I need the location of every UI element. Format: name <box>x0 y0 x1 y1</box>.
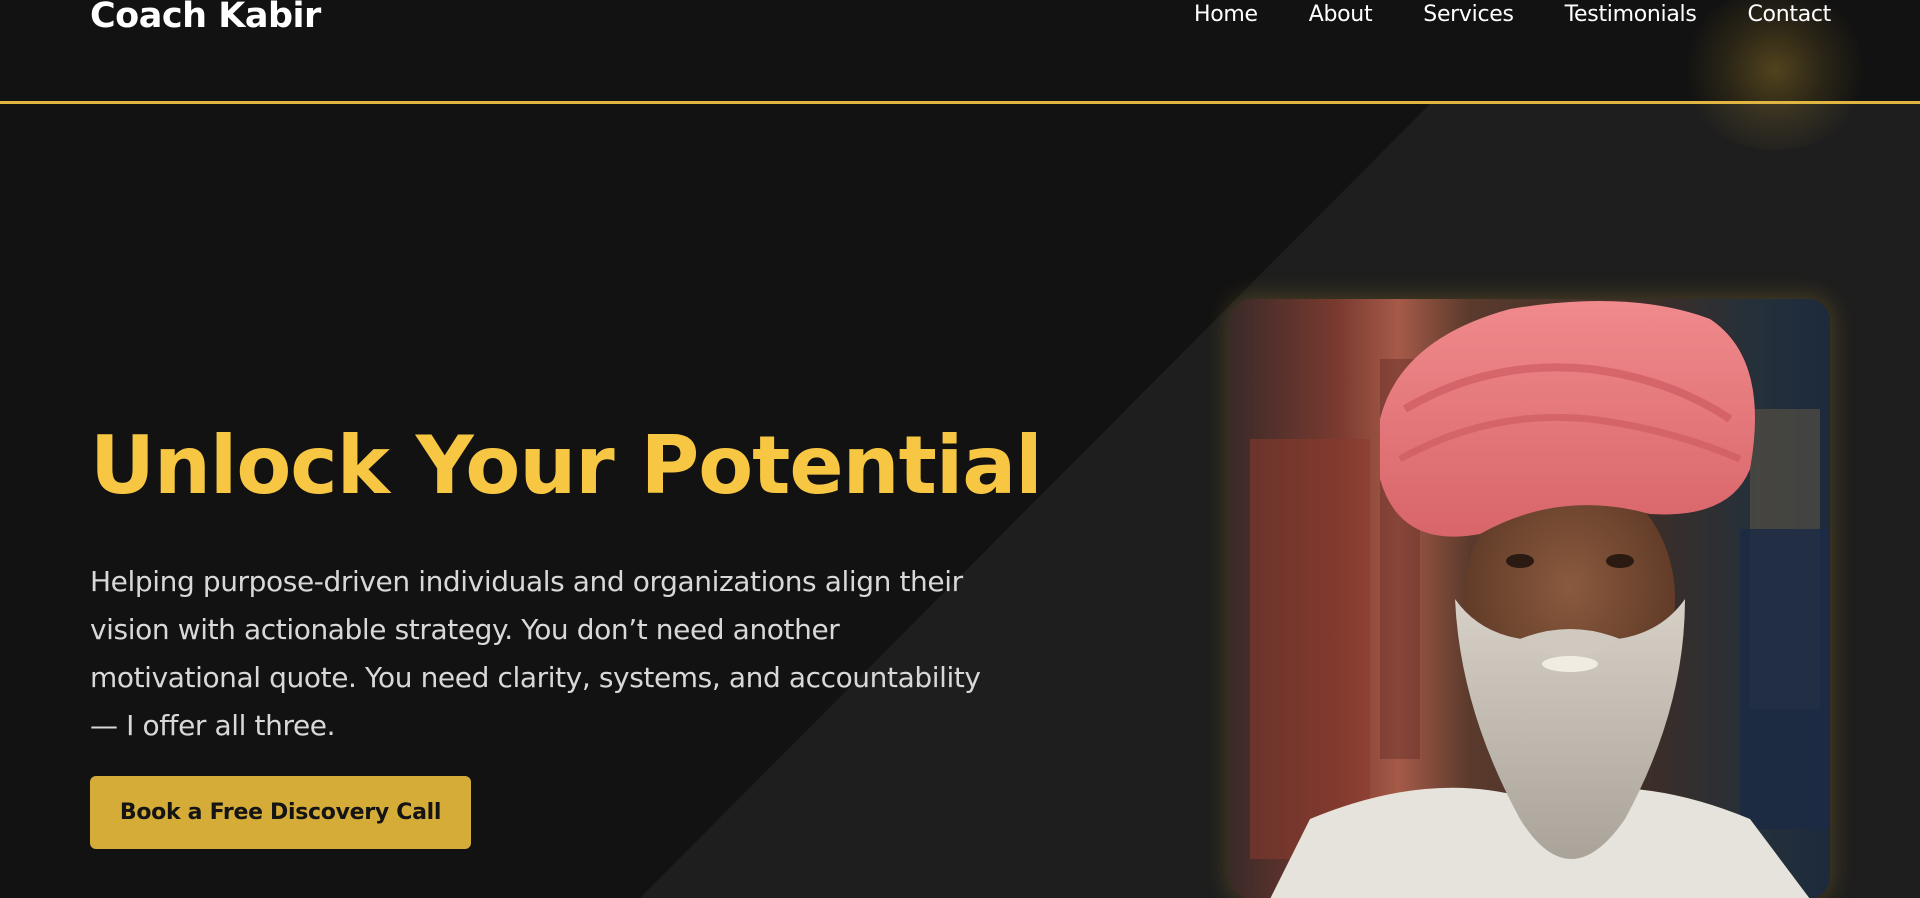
nav-link-services[interactable]: Services <box>1423 0 1514 30</box>
nav-link-testimonials[interactable]: Testimonials <box>1565 0 1697 30</box>
main-nav: Home About Services Testimonials Contact <box>1194 0 1831 30</box>
nav-link-home[interactable]: Home <box>1194 0 1258 30</box>
nav-link-contact[interactable]: Contact <box>1748 0 1832 30</box>
portrait-illustration <box>1250 301 1830 898</box>
nav-link-about[interactable]: About <box>1309 0 1373 30</box>
book-discovery-call-button[interactable]: Book a Free Discovery Call <box>90 776 471 849</box>
hero-title: Unlock Your Potential <box>90 419 1043 512</box>
site-header: Coach Kabir Home About Services Testimon… <box>0 0 1920 104</box>
hero-description: Helping purpose-driven individuals and o… <box>90 565 981 742</box>
brand-logo[interactable]: Coach Kabir <box>90 0 321 36</box>
page: Coach Kabir Home About Services Testimon… <box>0 0 1920 898</box>
coach-portrait-image <box>1230 299 1830 898</box>
